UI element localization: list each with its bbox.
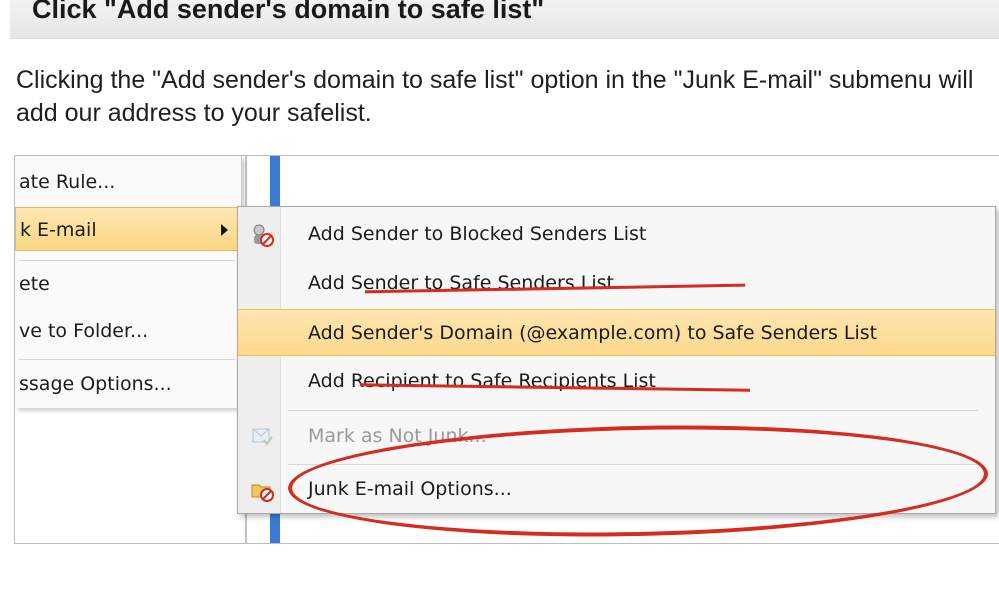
outlook-context-menu-screenshot: ate Rule... k E-mail ete ve to Folder...… — [14, 155, 999, 544]
menu-item-message-options[interactable]: ssage Options... — [15, 362, 241, 406]
menu-item-label: ete — [19, 273, 50, 295]
submenu-arrow-icon — [221, 224, 228, 236]
junk-options-icon — [251, 484, 274, 502]
junk-email-submenu: Add Sender to Blocked Senders List Add S… — [237, 206, 996, 514]
intro-text: Clicking the "Add sender's domain to saf… — [16, 66, 974, 127]
menu-item-move-to-folder[interactable]: ve to Folder... — [15, 309, 241, 353]
page-title: Click "Add sender's domain to safe list" — [32, 0, 545, 24]
not-junk-icon — [252, 428, 273, 446]
menu-separator — [19, 359, 235, 360]
menu-item-label: k E-mail — [20, 219, 97, 241]
menu-item-junk-email[interactable]: k E-mail — [15, 207, 241, 251]
menu-item-label: ssage Options... — [19, 373, 172, 395]
context-menu: ate Rule... k E-mail ete ve to Folder...… — [15, 156, 242, 408]
submenu-item-label: Junk E-mail Options... — [308, 478, 512, 500]
submenu-item-label: Add Sender to Blocked Senders List — [308, 223, 647, 245]
menu-item-label: ve to Folder... — [19, 320, 149, 342]
submenu-separator — [288, 410, 978, 411]
menu-separator — [19, 260, 235, 261]
submenu-item-safe-recipient[interactable]: Add Recipient to Safe Recipients List — [238, 358, 995, 405]
submenu-item-label: Add Sender to Safe Senders List — [308, 272, 614, 294]
submenu-item-label: Add Recipient to Safe Recipients List — [308, 370, 656, 392]
menu-item-delete[interactable]: ete — [15, 262, 241, 306]
submenu-item-junk-options[interactable]: Junk E-mail Options... — [238, 466, 995, 513]
menu-item-create-rule[interactable]: ate Rule... — [15, 160, 241, 204]
submenu-item-label: Mark as Not Junk... — [308, 425, 487, 447]
submenu-separator — [288, 464, 978, 465]
menu-item-label: ate Rule... — [19, 171, 116, 193]
submenu-item-safe-domain[interactable]: Add Sender's Domain (@example.com) to Sa… — [238, 309, 995, 356]
submenu-item-not-junk: Mark as Not Junk... — [238, 413, 995, 460]
submenu-item-safe-sender[interactable]: Add Sender to Safe Senders List — [238, 260, 995, 307]
blocked-sender-icon — [253, 224, 274, 247]
submenu-item-block-sender[interactable]: Add Sender to Blocked Senders List — [238, 211, 995, 258]
submenu-item-label: Add Sender's Domain (@example.com) to Sa… — [308, 322, 878, 344]
header-bar: Click "Add sender's domain to safe list" — [10, 0, 999, 39]
